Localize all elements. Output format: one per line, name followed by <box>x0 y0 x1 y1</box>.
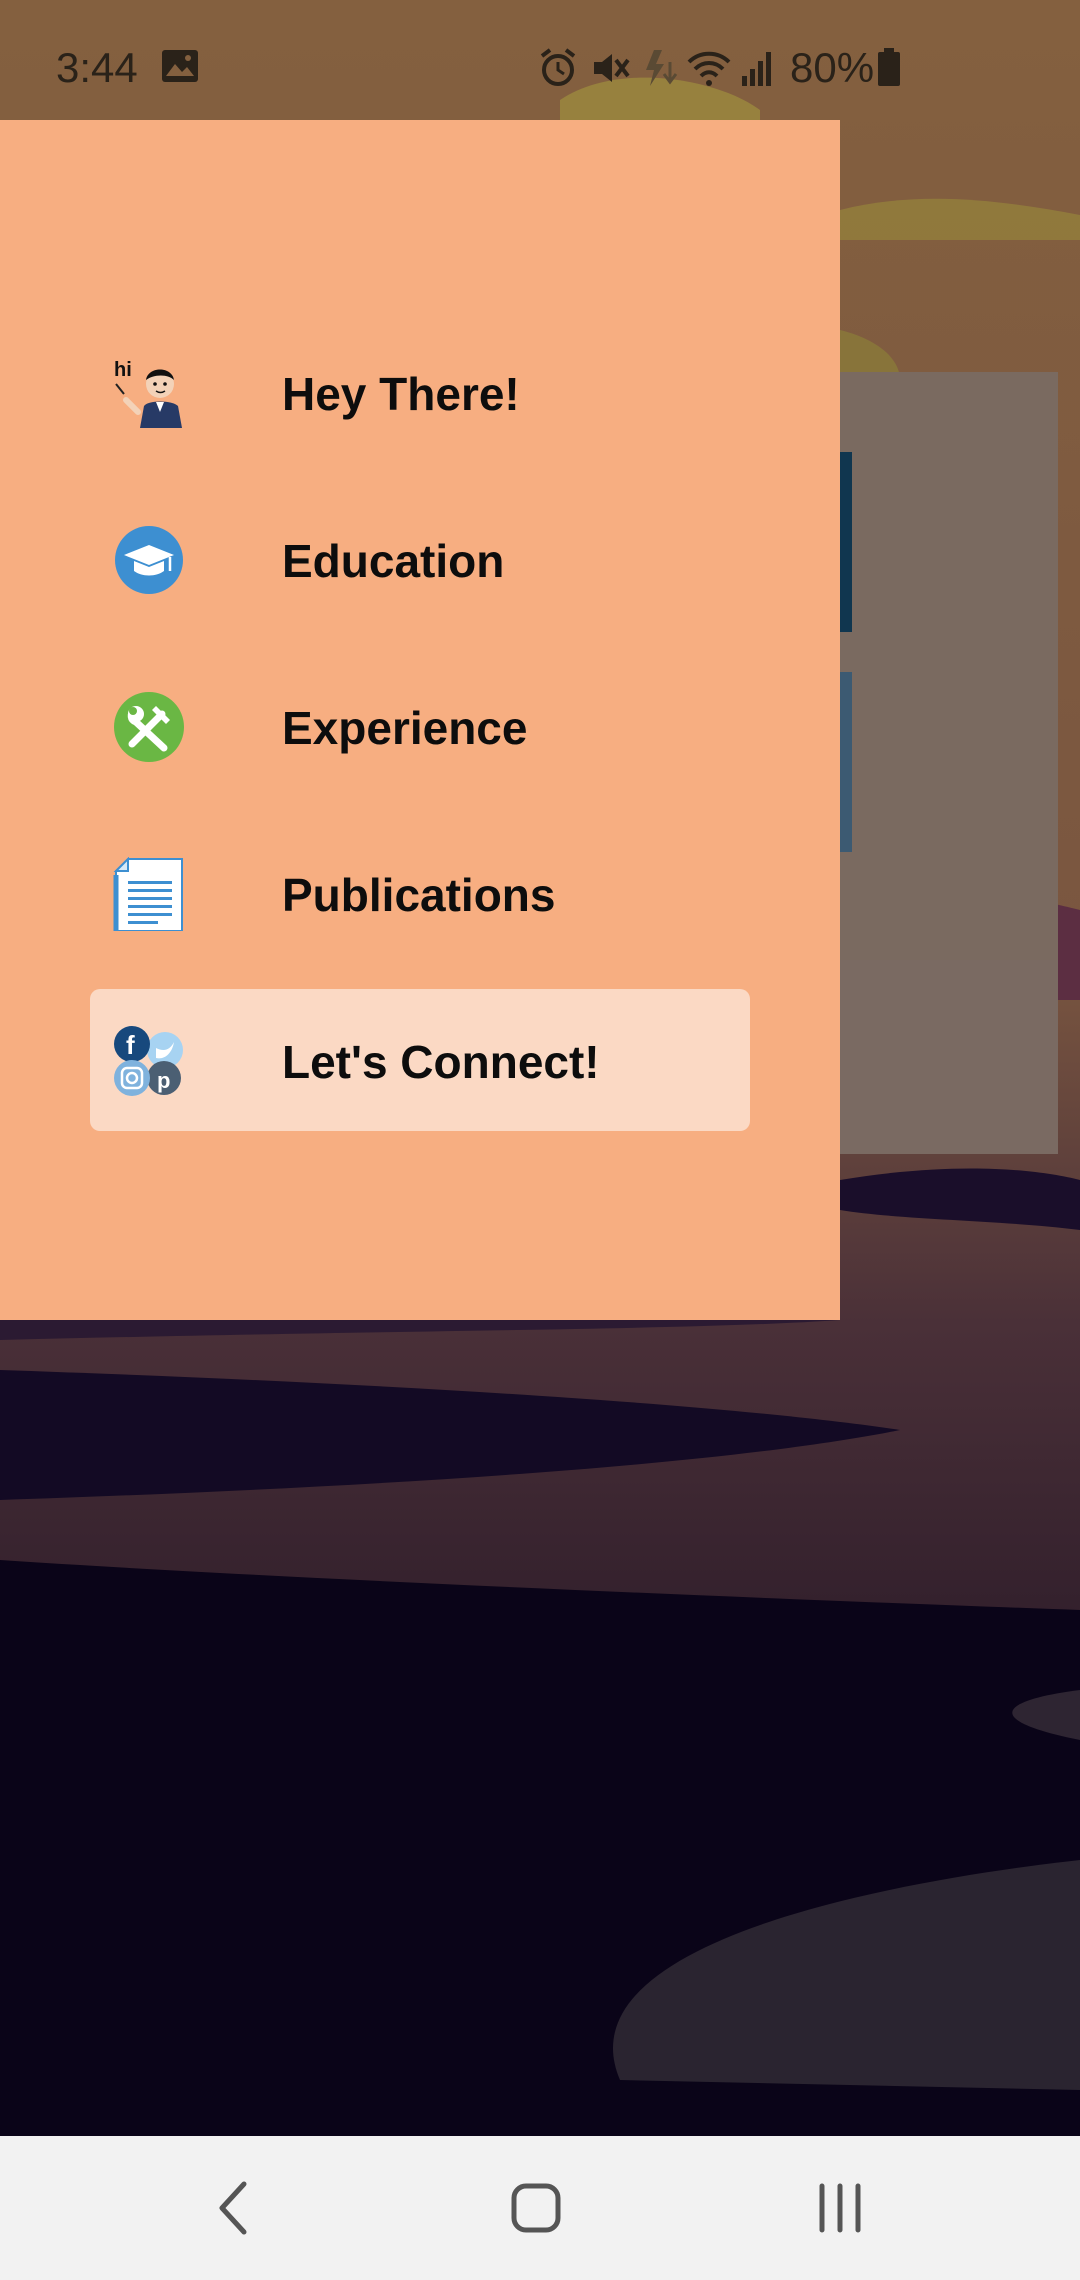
tools-icon <box>114 692 184 762</box>
battery-icon <box>878 48 900 86</box>
svg-text:hi: hi <box>114 359 132 381</box>
signal-icon <box>742 52 771 86</box>
vibrate-mute-icon <box>594 54 630 82</box>
navigation-bar <box>0 2136 1080 2280</box>
drawer-item-publications[interactable]: Publications <box>90 822 750 964</box>
drawer-item-label: Let's Connect! <box>282 1036 600 1088</box>
status-time: 3:44 <box>56 44 138 91</box>
navigation-drawer: hi Hey There! Education Experience Publi… <box>0 120 840 1320</box>
social-media-icon: f p <box>114 1026 183 1096</box>
status-bar: 3:44 80% <box>0 0 1080 120</box>
back-icon[interactable] <box>198 2172 270 2244</box>
drawer-item-label: Experience <box>282 702 528 754</box>
recents-icon[interactable] <box>804 2172 876 2244</box>
wifi-icon <box>687 51 731 86</box>
home-icon[interactable] <box>500 2172 572 2244</box>
graduation-cap-icon <box>115 526 183 594</box>
image-icon <box>162 50 198 82</box>
screen: 3:44 80% hi Hey There! Education Experie… <box>0 0 1080 2280</box>
drawer-item-label: Education <box>282 535 505 587</box>
svg-text:p: p <box>157 1068 170 1093</box>
drawer-item-label: Publications <box>282 869 556 921</box>
document-icon <box>113 857 183 931</box>
battery-percentage: 80% <box>790 44 875 91</box>
drawer-item-lets-connect[interactable]: f p Let's Connect! <box>90 989 750 1131</box>
alarm-icon <box>540 48 576 86</box>
avatar-hi-icon: hi <box>114 359 182 428</box>
data-saver-icon <box>646 50 678 86</box>
drawer-item-experience[interactable]: Experience <box>90 655 750 797</box>
drawer-item-education[interactable]: Education <box>90 488 750 630</box>
svg-text:f: f <box>126 1030 135 1060</box>
drawer-item-hey-there[interactable]: hi Hey There! <box>90 321 750 463</box>
drawer-item-label: Hey There! <box>282 368 520 420</box>
